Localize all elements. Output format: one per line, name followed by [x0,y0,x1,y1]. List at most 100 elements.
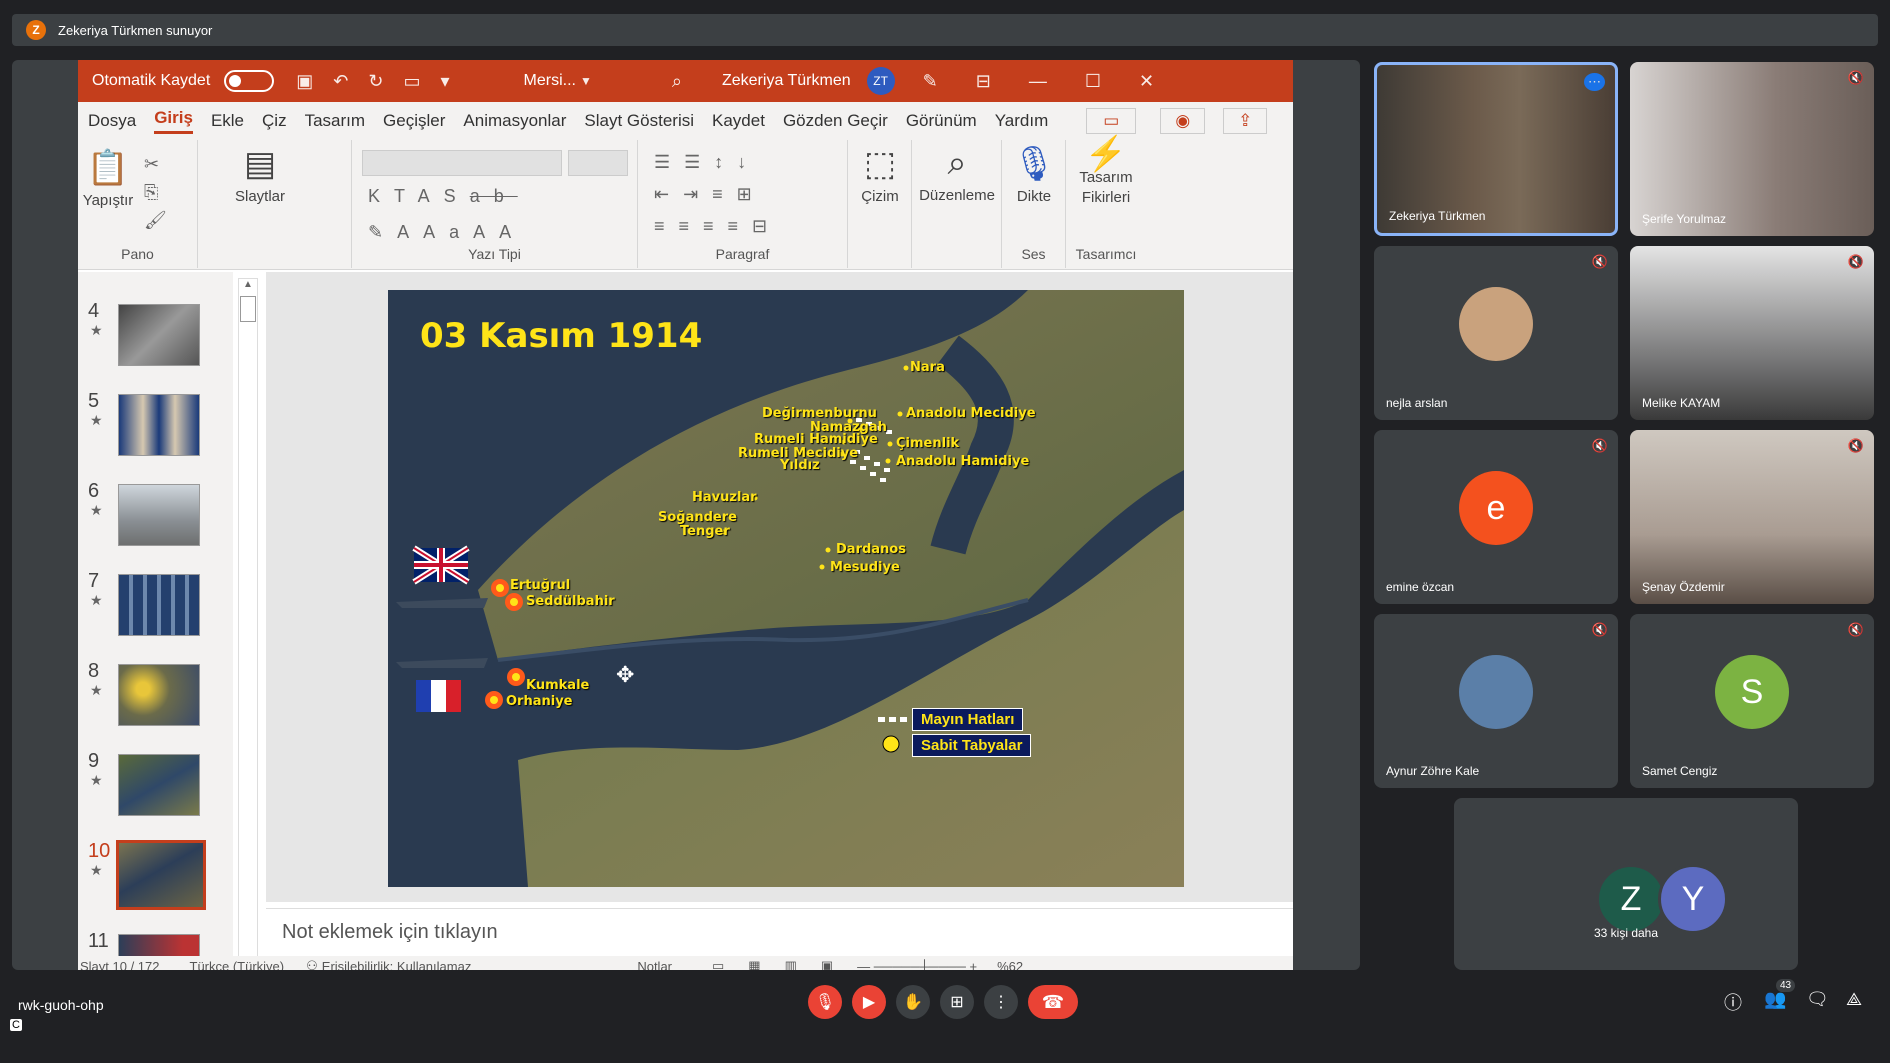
font-color-buttons[interactable]: ✎AAaAA [368,222,525,243]
people-icon[interactable]: 👥 [1764,989,1786,1010]
search-icon[interactable]: ⌕ [672,71,682,92]
indent-buttons[interactable]: ⇤⇥≡⊞ [654,184,766,205]
status-slide-position: Slayt 10 / 172 [80,958,160,971]
animation-star-icon: ★ [90,592,103,608]
other-participant-avatar: Z [1596,864,1666,934]
list-buttons[interactable]: ☰☰↕↓ [654,152,760,173]
clipboard-small-buttons[interactable]: ✂ ⎘ 🖌 [144,150,167,234]
menu-dosya[interactable]: Dosya [88,111,136,131]
participant-tile[interactable]: 🔇 nejla arslan [1374,246,1618,420]
draw-button[interactable]: ⬚ Çizim [852,144,908,205]
status-language[interactable]: Türkçe (Türkiye) [190,959,285,971]
font-name-select[interactable] [362,150,562,176]
slides-group: ▤ Slaytlar [198,140,352,268]
mic-muted-icon: 🔇 [1847,438,1864,453]
chat-icon[interactable]: 🗨 [1806,989,1829,1010]
mic-off-icon[interactable]: 🎙 [808,985,842,1019]
participant-tile[interactable]: 🔇 Aynur Zöhre Kale [1374,614,1618,788]
scroll-thumb[interactable] [240,296,256,322]
paragraph-group: ☰☰↕↓ ⇤⇥≡⊞ ≡≡≡≡⊟ Paragraf [638,140,848,268]
ribbon-display-icon[interactable]: ⊟ [976,71,991,92]
participant-avatar [1459,287,1533,361]
status-zoom[interactable]: %62 [997,959,1023,971]
others-tile[interactable]: Z Y 33 kişi daha [1454,798,1798,970]
autosave-toggle[interactable] [224,70,275,92]
participant-tile[interactable]: 🔇 e emine özcan [1374,430,1618,604]
menu-slayt-gosterisi[interactable]: Slayt Gösterisi [584,111,694,131]
close-icon[interactable]: ✕ [1139,71,1154,92]
raise-hand-icon[interactable]: ✋ [896,985,930,1019]
paste-label: Yapıştır [82,192,134,209]
font-size-select[interactable] [568,150,628,176]
more-options-icon[interactable]: ⋯ [1584,73,1605,91]
font-format-buttons[interactable]: KTASab [368,186,518,207]
menu-yardim[interactable]: Yardım [995,111,1049,131]
menu-gecisler[interactable]: Geçişler [383,111,445,131]
slides-button[interactable]: ▤ Slaytlar [226,144,294,205]
menu-ciz[interactable]: Çiz [262,111,287,131]
maximize-icon[interactable]: ☐ [1085,71,1101,92]
save-icon[interactable]: ▣ [296,71,313,92]
thumbnail-image [118,394,200,456]
menu-ekle[interactable]: Ekle [211,111,244,131]
paragraph-label: Paragraf [715,246,770,262]
zoom-slider[interactable]: — ─────┼──── + [857,959,977,971]
present-from-start-icon[interactable]: ▭ [403,71,420,92]
slide-10[interactable]: 03 Kasım 1914 Nara Anadolu Mecidiye Deği… [388,290,1184,887]
align-buttons[interactable]: ≡≡≡≡⊟ [654,216,781,237]
user-avatar[interactable]: ZT [866,67,895,95]
ribbon: 📋 Yapıştır ✂ ⎘ 🖌 Pano ▤ Slaytlar KTASab ✎A… [78,137,1293,270]
chevron-down-icon[interactable]: ▼ [580,74,592,88]
editing-button[interactable]: ⌕ Düzenleme [912,144,1002,204]
pen-icon[interactable]: ✎ [923,71,938,92]
menu-gorunum[interactable]: Görünüm [906,111,977,131]
editing-group: ⌕ Düzenleme [912,140,1002,268]
comments-icon[interactable]: ▭ [1086,108,1137,134]
participant-name: Şerife Yorulmaz [1642,212,1727,226]
undo-icon[interactable]: ↶ [333,71,348,92]
slides-label: Slaytlar [234,188,286,205]
thumbnail-scrollbar[interactable]: ▲ [238,278,258,958]
activities-icon[interactable]: ⟁ [1846,989,1862,1010]
end-call-icon[interactable]: ☎ [1028,985,1078,1019]
thumbnail-image [118,304,200,366]
thumbnail-image [118,484,200,546]
share-icon[interactable]: ⇪ [1223,108,1268,134]
menu-tasarim[interactable]: Tasarım [305,111,365,131]
participant-tile[interactable]: ⋯ Zekeriya Türkmen [1374,62,1618,236]
design-ideas-button[interactable]: ⚡ Tasarım Fikirleri [1070,137,1142,208]
thumbnail-image [116,840,206,910]
menu-animasyonlar[interactable]: Animasyonlar [463,111,566,131]
notes-toggle[interactable]: Notlar [637,959,672,971]
participant-tile[interactable]: 🔇 Şenay Özdemir [1630,430,1874,604]
scroll-up-icon[interactable]: ▲ [239,279,257,290]
customize-qat-icon[interactable]: ▾ [441,71,450,92]
menu-giris[interactable]: Giriş [154,108,193,134]
more-vert-icon[interactable]: ⋮ [984,985,1018,1019]
dictate-button[interactable]: 🎙 Dikte [1006,144,1062,205]
participant-avatar: S [1715,655,1789,729]
satellite-map [388,290,1184,887]
participant-tile[interactable]: 🔇 S Samet Cengiz [1630,614,1874,788]
status-accessibility[interactable]: Erişilebilirlik: Kullanılamaz [322,959,472,971]
redo-icon[interactable]: ↻ [368,71,383,92]
notes-pane[interactable]: Not eklemek için tıklayın [266,908,1293,954]
minimize-icon[interactable]: — [1029,71,1047,92]
place-kumkale: Kumkale [526,678,590,693]
mic-muted-icon: 🔇 [1847,70,1864,85]
participant-tile[interactable]: 🔇 Melike KAYAM [1630,246,1874,420]
menu-gozden-gecir[interactable]: Gözden Geçir [783,111,888,131]
camera-off-icon[interactable]: ▶ [852,985,886,1019]
present-icon[interactable]: ⊞ [940,985,974,1019]
menu-kaydet[interactable]: Kaydet [712,111,765,131]
record-icon[interactable]: ◉ [1160,108,1206,134]
view-buttons[interactable]: ▭▦▥▣ [712,958,857,970]
thumbnail-number: 4 [88,300,100,322]
thumbnail-image [118,754,200,816]
place-degirmenburnu: Değirmenburnu [762,406,877,421]
participant-tile[interactable]: 🔇 Şerife Yorulmaz [1630,62,1874,236]
file-name[interactable]: Mersi... [524,72,576,90]
shapes-icon: ⬚ [863,145,897,183]
info-icon[interactable]: ⓘ [1724,989,1742,1015]
paste-button[interactable]: 📋 Yapıştır [80,148,136,209]
